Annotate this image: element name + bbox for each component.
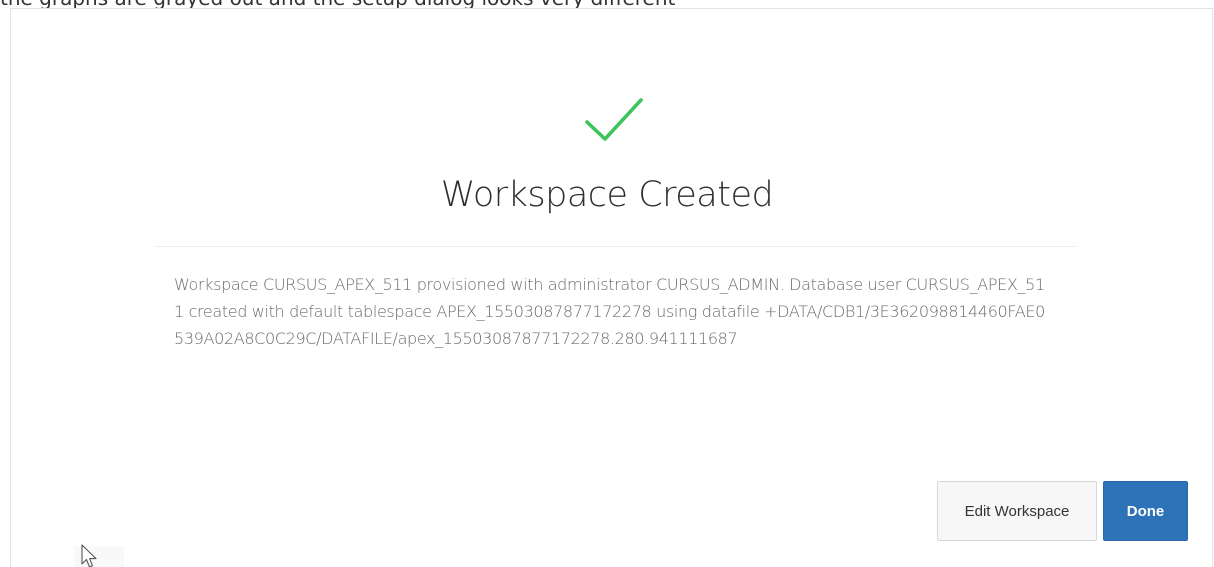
edit-workspace-button[interactable]: Edit Workspace bbox=[937, 481, 1097, 541]
done-button[interactable]: Done bbox=[1103, 481, 1188, 541]
mouse-pointer-icon bbox=[81, 544, 97, 567]
screen: the graphs are grayed out and the setup … bbox=[0, 0, 1214, 567]
check-icon bbox=[585, 98, 643, 141]
cropped-header-text: the graphs are grayed out and the setup … bbox=[0, 0, 675, 8]
title-divider bbox=[155, 246, 1076, 247]
cropped-header: the graphs are grayed out and the setup … bbox=[0, 0, 1214, 8]
dialog-title: Workspace Created bbox=[440, 175, 774, 215]
dialog-message: Workspace CURSUS_APEX_511 provisioned wi… bbox=[174, 275, 1045, 348]
